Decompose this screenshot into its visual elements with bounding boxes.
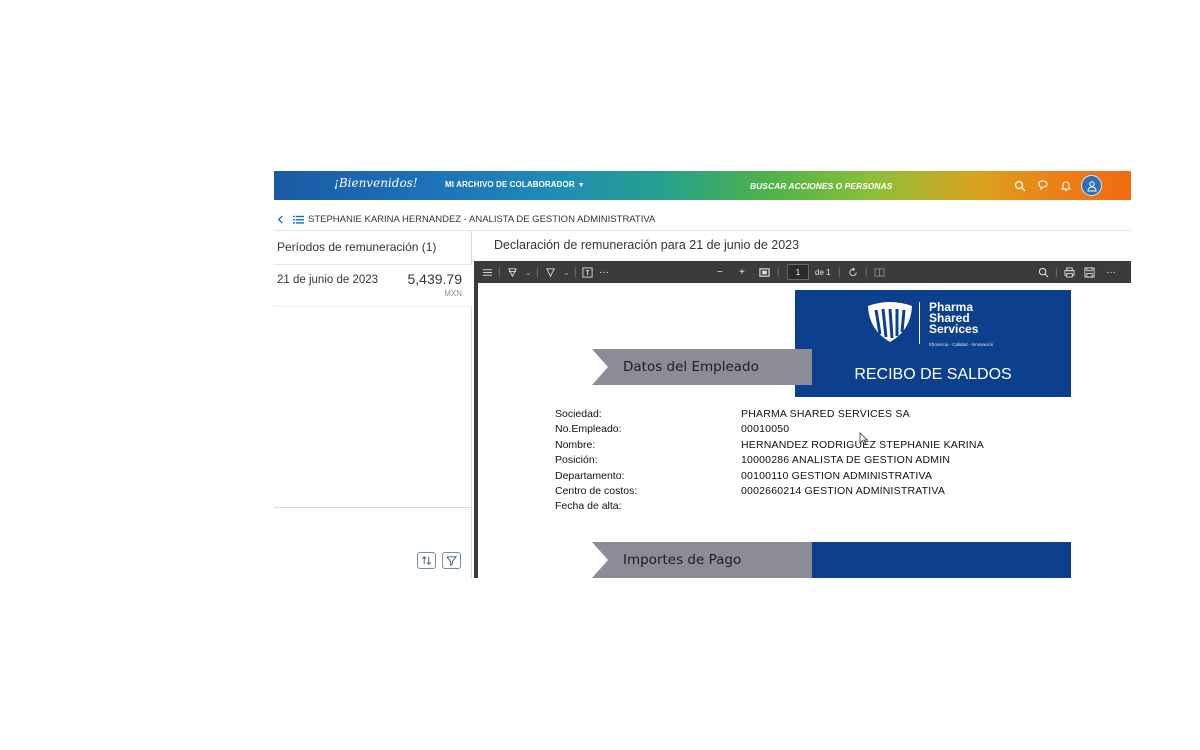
chevron-down-icon[interactable]: ⌄ xyxy=(525,261,532,283)
shell-bar: ¡Bienvenidos! MI ARCHIVO DE COLABORADOR ▼… xyxy=(274,171,1131,200)
mouse-cursor-icon xyxy=(859,432,869,446)
save-icon[interactable] xyxy=(1084,261,1095,283)
company-banner: Pharma Shared Services Eficiencia - Cali… xyxy=(795,290,1071,397)
company-name: Pharma Shared Services xyxy=(929,301,979,336)
search-input[interactable]: BUSCAR ACCIONES O PERSONAS xyxy=(743,176,1001,195)
pay-period-item[interactable]: 21 de junio de 2023 5,439.79 MXN xyxy=(274,265,472,307)
field-label: Departamento: xyxy=(555,469,625,482)
chevron-down-icon[interactable]: ⌄ xyxy=(563,261,570,283)
toolbar-separator: | xyxy=(574,266,577,278)
draw-icon[interactable] xyxy=(545,261,556,283)
zoom-out-icon[interactable]: − xyxy=(717,261,723,283)
page-number-input[interactable]: 1 xyxy=(787,264,809,280)
print-icon[interactable] xyxy=(1064,261,1075,283)
page-count: de 1 xyxy=(815,267,831,277)
company-name-line: Services xyxy=(929,322,979,336)
toolbar-separator: | xyxy=(536,266,539,278)
employee-field-labels: Sociedad: No.Empleado: Nombre: Posición:… xyxy=(555,407,637,515)
field-value: 0002660214 GESTION ADMINISTRATIVA xyxy=(741,484,946,497)
section-employee-data: Datos del Empleado xyxy=(592,349,812,385)
zoom-in-icon[interactable]: + xyxy=(739,261,745,283)
logo-divider xyxy=(919,302,920,344)
pay-period-date: 21 de junio de 2023 xyxy=(277,274,379,286)
rotate-icon[interactable] xyxy=(848,261,859,283)
filter-button[interactable] xyxy=(442,552,461,569)
field-label: Sociedad: xyxy=(555,408,602,420)
list-icon xyxy=(292,213,304,225)
brand-logo[interactable]: ¡Bienvenidos! xyxy=(334,176,418,190)
back-icon[interactable] xyxy=(274,213,286,225)
field-value xyxy=(741,499,984,514)
more-icon[interactable]: ··· xyxy=(1106,261,1116,283)
chevron-down-icon: ▼ xyxy=(577,182,585,189)
page-view-icon[interactable] xyxy=(874,261,885,283)
text-box-icon[interactable] xyxy=(582,261,593,283)
pay-periods-panel: Períodos de remuneración (1) 21 de junio… xyxy=(274,231,472,578)
company-logo xyxy=(868,302,912,342)
field-label: Nombre: xyxy=(555,438,596,451)
outline-icon[interactable] xyxy=(482,261,493,283)
field-value: PHARMA SHARED SERVICES SA xyxy=(741,408,910,420)
sort-button[interactable] xyxy=(417,552,436,569)
field-label: No.Empleado: xyxy=(555,423,622,436)
field-value: 00100110 GESTION ADMINISTRATIVA xyxy=(741,469,933,482)
section-bar xyxy=(812,542,1071,578)
fit-page-icon[interactable] xyxy=(759,261,770,283)
more-icon[interactable]: ··· xyxy=(599,261,609,283)
page-title: STEPHANIE KARINA HERNANDEZ - ANALISTA DE… xyxy=(308,213,656,225)
user-icon xyxy=(1086,180,1097,191)
toolbar-separator: | xyxy=(1055,266,1058,278)
page-header: STEPHANIE KARINA HERNANDEZ - ANALISTA DE… xyxy=(274,209,1131,229)
employee-file-menu-label: MI ARCHIVO DE COLABORADOR xyxy=(445,180,575,189)
app-window: ¡Bienvenidos! MI ARCHIVO DE COLABORADOR ▼… xyxy=(274,171,1131,578)
company-tagline: Eficiencia - Calidad - Innovación xyxy=(929,342,994,347)
employee-file-menu[interactable]: MI ARCHIVO DE COLABORADOR ▼ xyxy=(445,180,585,189)
divider xyxy=(274,507,472,508)
filter-icon xyxy=(446,556,457,566)
pay-period-amount: 5,439.79 xyxy=(407,271,463,287)
pdf-toolbar: | ⌄ | ⌄ | ··· − + | 1 de 1 | | | ··· xyxy=(474,261,1131,283)
field-label: Fecha de alta: xyxy=(555,500,622,513)
toolbar-separator: | xyxy=(498,266,501,278)
help-icon[interactable] xyxy=(1032,176,1054,196)
bell-icon[interactable] xyxy=(1055,176,1077,196)
field-label: Centro de costos: xyxy=(555,484,638,497)
search-icon[interactable] xyxy=(1038,261,1049,283)
document-title: RECIBO DE SALDOS xyxy=(854,366,1012,383)
field-value: 10000286 ANALISTA DE GESTION ADMIN xyxy=(741,454,951,467)
shell-actions xyxy=(1009,175,1102,196)
employee-field-values: PHARMA SHARED SERVICES SA 00010050 HERNA… xyxy=(741,407,984,515)
sort-icon xyxy=(422,556,431,565)
field-label: Posición: xyxy=(555,454,598,467)
user-avatar[interactable] xyxy=(1081,175,1102,196)
statement-title: Declaración de remuneración para 21 de j… xyxy=(494,238,800,252)
highlight-icon[interactable] xyxy=(507,261,518,283)
toolbar-separator: | xyxy=(777,266,780,278)
search-icon[interactable] xyxy=(1009,176,1031,196)
section-payment-amounts: Importes de Pago xyxy=(592,542,812,578)
pay-period-currency: MXN xyxy=(444,289,462,298)
toolbar-separator: | xyxy=(838,266,841,278)
toolbar-separator: | xyxy=(865,266,868,278)
pay-periods-title: Períodos de remuneración (1) xyxy=(277,240,437,254)
